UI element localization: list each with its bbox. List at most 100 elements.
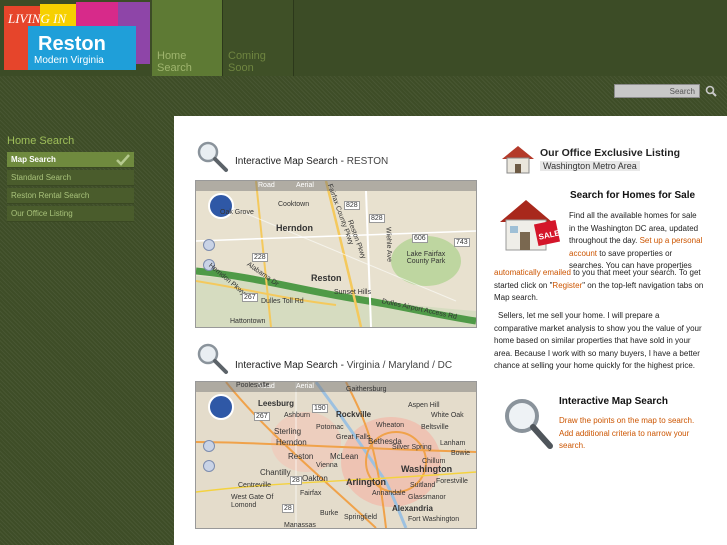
map-label: Chillum [422,458,446,465]
map-label: Arlington [346,477,386,487]
map-label: Suitland [410,482,436,489]
nav-tab-coming-soon[interactable]: Coming Soon [223,0,294,76]
svg-text:Reston: Reston [38,33,106,55]
map-label: Wheaton [376,422,405,429]
map-label: Cooktown [278,201,310,208]
search-input[interactable]: Search [614,84,700,98]
sidebar-title: Home Search [7,135,75,147]
route-marker: 28 [282,504,294,513]
map-label: Hattontown [230,318,266,325]
sidebar-item-label: Our Office Listing [11,209,73,218]
map-label: Poolesville [236,382,270,389]
zoom-out-button[interactable] [203,460,215,472]
map-label: Bowie [451,450,471,457]
interactive-map-search-title[interactable]: Interactive Map Search [559,396,668,407]
map-label: Great Falls [336,434,371,441]
map-label: Burke [320,510,339,517]
map-label: Vienna [316,462,338,469]
nav-tab-label: Home [157,50,187,62]
map-label: Manassas [284,522,316,529]
route-marker: 228 [252,253,268,262]
map-label: Alexandria [392,504,433,513]
map-label: Lake Fairfax County Park [406,251,446,265]
homes-for-sale-title: Search for Homes for Sale [570,190,696,201]
living-in-reston-logo[interactable]: LIVING IN Reston Modern Virginia [0,0,152,76]
auto-email-link[interactable]: automatically emailed [494,268,571,277]
pan-control[interactable] [208,394,234,420]
sidebar-item-map-search[interactable]: Map Search [7,152,134,168]
map-label: Oakton [302,474,328,483]
map-label: McLean [330,452,359,461]
magnifier-icon [505,399,553,449]
map-label: Leesburg [258,399,295,408]
map-virginia-maryland-dc[interactable]: Road Aerial Poolesville Gaithersburg Lees… [195,381,477,529]
register-link[interactable]: Register [552,281,582,290]
map-label: Herndon [276,438,307,447]
map-label: Reston [311,273,342,283]
map-reston[interactable]: Road Aerial Herndon Reston Oak Grove Cook… [195,180,477,328]
map-label: Aspen Hill [408,402,440,409]
map-label: Gaithersburg [346,386,387,393]
map-label: Silver Spring [392,444,432,451]
map-label: Washington [401,464,453,474]
nav-tab-label: Search [157,62,192,74]
svg-text:Modern Virginia: Modern Virginia [34,55,104,66]
map-label: West Gate Of Lomond [231,494,274,509]
route-marker: 606 [412,234,428,243]
route-marker: 828 [369,214,385,223]
map-label: Beltsville [421,424,449,431]
checkmark-icon [116,154,130,166]
exclusive-listing-subtitle: Washington Metro Area [540,161,640,171]
magnifier-icon [197,141,228,172]
homes-for-sale-text-2: automatically emailed to you that meet y… [494,268,704,302]
sellers-text: Sellers, let me sell your home. I will p… [494,311,702,370]
map-label: Wiehle Ave [384,226,393,263]
map-label: Reston [288,452,314,461]
route-marker: 828 [344,201,360,210]
map-label: Rockville [336,410,372,419]
sidebar-item-our-office-listing[interactable]: Our Office Listing [7,206,134,222]
sidebar-item-label: Reston Rental Search [11,191,90,200]
map-label: White Oak [431,412,464,419]
nav-tab-home-search[interactable]: Home Search [152,0,223,76]
map-label: Ashburn [284,412,311,419]
map2-heading: Interactive Map Search - Virginia / Mary… [235,360,453,371]
route-marker: 190 [312,404,328,413]
map-label: Springfield [344,514,378,521]
nav-tab-label: Soon [228,62,254,74]
map-label: Herndon [276,223,313,233]
sidebar-item-label: Map Search [11,155,56,164]
house-icon[interactable] [500,143,536,175]
map-label: Dulles Toll Rd [261,298,304,305]
map-label: Annandale [372,490,406,497]
route-marker: 28 [290,476,302,485]
map-label: Centreville [238,482,272,489]
map1-heading: Interactive Map Search - RESTON [235,156,389,167]
homes-for-sale-text: Find all the available homes for sale in… [569,211,703,270]
route-marker: 743 [454,238,470,247]
sidebar-item-label: Standard Search [11,173,72,182]
search-icon[interactable] [705,84,717,98]
map-label: Oak Grove [220,209,254,216]
map-label: Glassmanor [408,494,446,501]
map-label: Fairfax [300,490,322,497]
exclusive-listing-title[interactable]: Our Office Exclusive Listing [540,147,680,159]
map-label: Potomac [316,424,344,431]
map-label: Chantilly [260,468,291,477]
svg-text:LIVING IN: LIVING IN [7,11,67,26]
route-marker: 267 [254,412,270,421]
sidebar-item-reston-rental-search[interactable]: Reston Rental Search [7,188,134,204]
interactive-map-search-text: Draw the points on the map to search. Ad… [559,416,695,450]
map-label: Fort Washington [408,516,460,523]
map-label: Lanham [440,440,466,447]
zoom-in-button[interactable] [203,239,215,251]
map-label: Forestville [436,478,468,485]
nav-tab-label: Coming [228,50,266,62]
header: LIVING IN Reston Modern Virginia Home Se… [0,0,727,76]
map-label: Sunset Hills [334,289,371,296]
zoom-in-button[interactable] [203,440,215,452]
map-label: Sterling [274,427,302,436]
route-marker: 267 [242,293,258,302]
magnifier-icon [197,343,228,374]
sidebar-item-standard-search[interactable]: Standard Search [7,170,134,186]
